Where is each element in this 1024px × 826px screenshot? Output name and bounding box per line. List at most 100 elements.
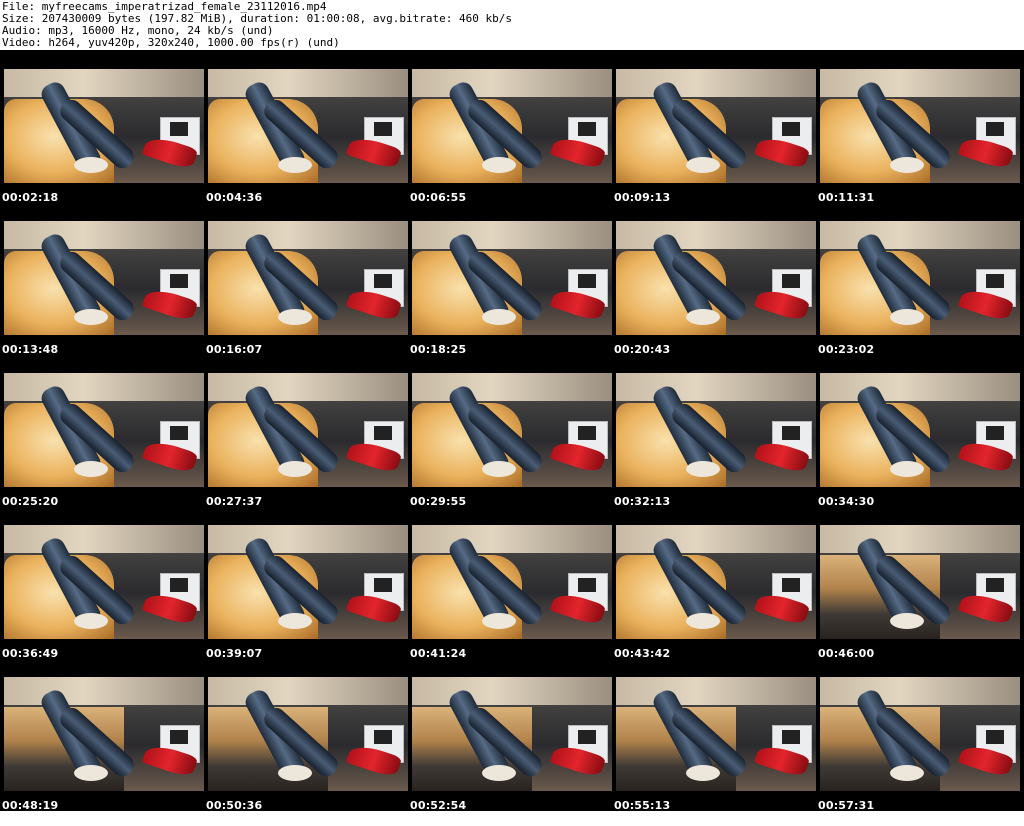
video-frame-thumbnail: [412, 221, 612, 335]
thumbnail-cell: 00:46:00: [816, 522, 1020, 674]
video-frame-thumbnail: [4, 525, 204, 639]
thumbnail-cell: 00:29:55: [408, 370, 612, 522]
video-frame-thumbnail: [820, 221, 1020, 335]
thumbnail-cell: 00:34:30: [816, 370, 1020, 522]
frame-slipper: [74, 613, 108, 629]
thumbnail-cell: 00:20:43: [612, 218, 816, 370]
video-frame-thumbnail: [820, 525, 1020, 639]
thumbnail-timestamp: 00:06:55: [410, 191, 467, 204]
video-frame-thumbnail: [4, 69, 204, 183]
thumbnail-timestamp: 00:52:54: [410, 799, 467, 812]
video-frame-thumbnail: [412, 373, 612, 487]
frame-window: [4, 373, 204, 401]
thumbnail-cell: 00:04:36: [204, 66, 408, 218]
frame-slipper: [278, 461, 312, 477]
thumbnail-timestamp: 00:16:07: [206, 343, 263, 356]
video-frame-thumbnail: [616, 373, 816, 487]
frame-window: [820, 221, 1020, 249]
frame-window: [412, 525, 612, 553]
frame-slipper: [890, 461, 924, 477]
thumbnail-cell: 00:43:42: [612, 522, 816, 674]
thumbnail-cell: 00:13:48: [0, 218, 204, 370]
frame-window: [208, 69, 408, 97]
frame-window: [616, 69, 816, 97]
thumbnail-cell: 00:32:13: [612, 370, 816, 522]
frame-window: [820, 677, 1020, 705]
video-frame-thumbnail: [208, 69, 408, 183]
frame-window: [4, 221, 204, 249]
video-frame-thumbnail: [412, 677, 612, 791]
frame-window: [616, 677, 816, 705]
frame-slipper: [278, 309, 312, 325]
frame-window: [412, 221, 612, 249]
frame-window: [820, 69, 1020, 97]
frame-window: [412, 677, 612, 705]
frame-window: [820, 373, 1020, 401]
thumbnail-timestamp: 00:20:43: [614, 343, 671, 356]
thumbnail-timestamp: 00:46:00: [818, 647, 875, 660]
thumbnail-cell: 00:48:19: [0, 674, 204, 826]
thumbnail-timestamp: 00:57:31: [818, 799, 875, 812]
thumbnail-cell: 00:18:25: [408, 218, 612, 370]
frame-window: [208, 677, 408, 705]
frame-window: [412, 373, 612, 401]
thumbnail-timestamp: 00:41:24: [410, 647, 467, 660]
frame-window: [616, 525, 816, 553]
frame-slipper: [278, 613, 312, 629]
thumbnail-cell: 00:23:02: [816, 218, 1020, 370]
video-frame-thumbnail: [616, 221, 816, 335]
thumbnail-cell: 00:27:37: [204, 370, 408, 522]
thumbnail-timestamp: 00:55:13: [614, 799, 671, 812]
frame-slipper: [686, 157, 720, 173]
thumbnail-timestamp: 00:29:55: [410, 495, 467, 508]
video-frame-thumbnail: [412, 525, 612, 639]
frame-slipper: [890, 765, 924, 781]
frame-slipper: [74, 309, 108, 325]
thumbnail-timestamp: 00:25:20: [2, 495, 59, 508]
frame-window: [4, 525, 204, 553]
thumbnail-cell: 00:55:13: [612, 674, 816, 826]
thumbnail-cell: 00:09:13: [612, 66, 816, 218]
thumbnail-timestamp: 00:09:13: [614, 191, 671, 204]
thumbnail-cell: 00:06:55: [408, 66, 612, 218]
video-frame-thumbnail: [412, 69, 612, 183]
video-frame-thumbnail: [208, 221, 408, 335]
thumbnail-timestamp: 00:13:48: [2, 343, 59, 356]
frame-window: [4, 69, 204, 97]
frame-window: [616, 221, 816, 249]
thumbnail-timestamp: 00:23:02: [818, 343, 875, 356]
thumbnail-cell: 00:36:49: [0, 522, 204, 674]
thumbnail-timestamp: 00:32:13: [614, 495, 671, 508]
frame-slipper: [482, 309, 516, 325]
video-frame-thumbnail: [4, 221, 204, 335]
frame-slipper: [686, 309, 720, 325]
thumbnail-timestamp: 00:43:42: [614, 647, 671, 660]
frame-window: [616, 373, 816, 401]
thumbnail-sheet: 00:02:18 00:04:36 00:06:55 00:09:13 00:11:31…: [0, 50, 1024, 812]
thumbnail-cell: 00:02:18: [0, 66, 204, 218]
thumbnail-timestamp: 00:18:25: [410, 343, 467, 356]
frame-slipper: [278, 157, 312, 173]
video-frame-thumbnail: [4, 677, 204, 791]
video-frame-thumbnail: [616, 525, 816, 639]
video-frame-thumbnail: [820, 69, 1020, 183]
thumbnail-timestamp: 00:11:31: [818, 191, 875, 204]
video-frame-thumbnail: [4, 373, 204, 487]
thumbnail-cell: 00:52:54: [408, 674, 612, 826]
video-frame-thumbnail: [820, 677, 1020, 791]
thumbnail-timestamp: 00:39:07: [206, 647, 263, 660]
video-frame-thumbnail: [208, 373, 408, 487]
thumbnail-cell: 00:11:31: [816, 66, 1020, 218]
frame-slipper: [686, 613, 720, 629]
thumbnail-timestamp: 00:34:30: [818, 495, 875, 508]
frame-slipper: [482, 765, 516, 781]
frame-window: [208, 525, 408, 553]
thumbnail-timestamp: 00:50:36: [206, 799, 263, 812]
frame-slipper: [74, 461, 108, 477]
thumbnail-timestamp: 00:27:37: [206, 495, 263, 508]
frame-window: [208, 373, 408, 401]
frame-window: [412, 69, 612, 97]
frame-slipper: [482, 461, 516, 477]
thumbnail-timestamp: 00:36:49: [2, 647, 59, 660]
video-frame-thumbnail: [208, 677, 408, 791]
